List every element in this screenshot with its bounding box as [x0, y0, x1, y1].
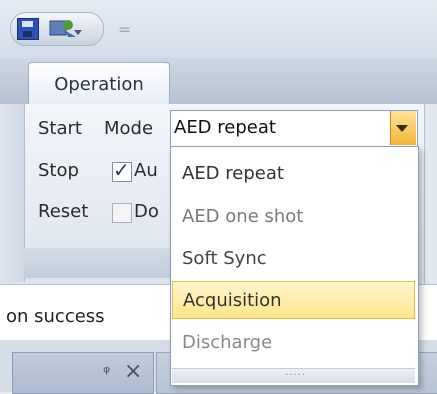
toolbar-separator: = [118, 20, 132, 39]
dropdown-option-aed-one-shot[interactable]: AED one shot [172, 197, 415, 235]
ribbon-right-edge [424, 104, 437, 284]
ribbon-group-footer [24, 248, 194, 278]
dropdown-option-acquisition[interactable]: Acquisition [172, 281, 415, 319]
stop-label[interactable]: Stop [38, 160, 79, 181]
dropdown-option-label: Acquisition [183, 289, 282, 311]
dropdown-option-discharge[interactable]: Discharge [172, 323, 415, 361]
dropdown-option-label: AED repeat [182, 162, 284, 184]
reset-label[interactable]: Reset [38, 201, 88, 222]
start-label[interactable]: Start [38, 118, 82, 139]
save-icon[interactable] [17, 18, 39, 40]
tab-operation[interactable]: Operation [28, 62, 170, 105]
mode-combo-value: AED repeat [174, 117, 276, 138]
dropdown-option-label: Soft Sync [182, 247, 267, 269]
dropdown-option-label: Discharge [182, 331, 273, 353]
chevron-down-icon [396, 125, 408, 132]
mode-label: Mode [104, 118, 154, 139]
do-checkbox[interactable] [112, 203, 132, 223]
do-checkbox-label: Do [134, 201, 159, 222]
grip-dots: ..... [285, 367, 306, 378]
auto-checkbox-label: Au [134, 160, 158, 181]
dropdown-option-soft-sync[interactable]: Soft Sync [172, 239, 415, 277]
chevron-down-icon[interactable] [74, 28, 82, 36]
dropdown-option-label: AED one shot [182, 205, 304, 227]
status-message: on success [6, 306, 105, 327]
dropdown-option-aed-repeat[interactable]: AED repeat [172, 154, 415, 192]
close-icon[interactable]: × [124, 359, 142, 384]
pin-icon[interactable]: ᵠ [103, 363, 110, 383]
ribbon-left-edge [0, 104, 25, 282]
checkmark-icon: ✓ [113, 158, 130, 182]
